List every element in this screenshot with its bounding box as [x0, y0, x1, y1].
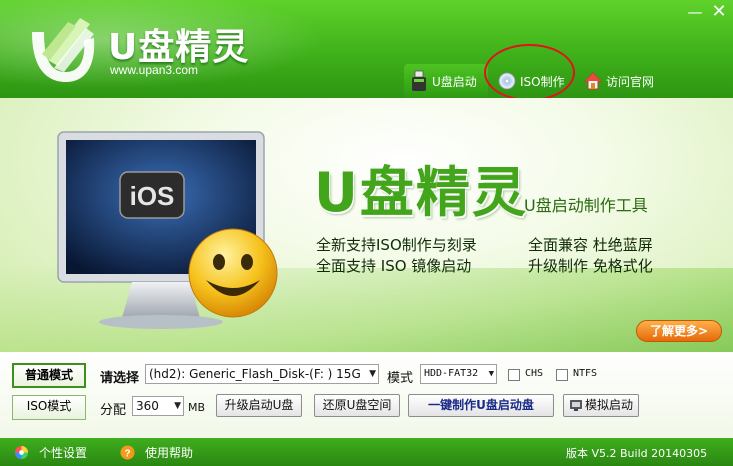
simulate-boot-label: 模拟启动	[584, 398, 633, 412]
upgrade-boot-usb-button[interactable]: 升级启动U盘	[216, 394, 302, 417]
mode-label: 模式	[387, 371, 414, 386]
disk-select-value: (hd2): Generic_Flash_Disk-(F: ) 15G	[149, 367, 361, 381]
disk-select-label: 请选择	[100, 371, 140, 386]
brand-url: www.upan3.com	[110, 63, 199, 77]
chs-checkbox[interactable]	[508, 369, 520, 381]
tab-usb-boot[interactable]: U盘启动	[404, 64, 488, 98]
screen-ios-text: iOS	[130, 181, 175, 211]
iso-mode-button[interactable]: ISO模式	[12, 395, 86, 420]
partition-size-value: 360	[136, 399, 159, 413]
minimize-button[interactable]: —	[685, 3, 705, 21]
chevron-down-icon: ▼	[488, 369, 494, 379]
version-text: 版本 V5.2 Build 20140305	[566, 447, 708, 460]
title-bar: U盘精灵 www.upan3.com — ✕ U盘启动 ISO制作 访问官网	[0, 0, 733, 101]
partition-label: 分配	[100, 403, 127, 418]
mode-select[interactable]: HDD-FAT32 ▼	[420, 364, 497, 384]
mode-select-value: HDD-FAT32	[424, 368, 479, 379]
restore-usb-space-button[interactable]: 还原U盘空间	[314, 394, 400, 417]
normal-mode-button[interactable]: 普通模式	[12, 363, 86, 388]
ntfs-checkbox[interactable]	[556, 369, 568, 381]
personal-settings-label: 个性设置	[39, 446, 88, 460]
partition-size-select[interactable]: 360 ▼	[132, 396, 184, 416]
chs-label: CHS	[525, 368, 544, 379]
simulate-boot-button[interactable]: 模拟启动	[563, 394, 639, 417]
highlight-circle	[484, 44, 575, 101]
chevron-down-icon: ▼	[369, 369, 376, 379]
ntfs-label: NTFS	[573, 368, 598, 379]
disk-select[interactable]: (hd2): Generic_Flash_Disk-(F: ) 15G ▼	[145, 364, 379, 384]
tab-usb-boot-label: U盘启动	[432, 74, 477, 89]
help-label: 使用帮助	[145, 446, 194, 460]
u-leaf-logo-icon	[32, 18, 95, 82]
smiley-face-icon	[188, 228, 278, 318]
feature-text: 升级制作 免格式化	[528, 257, 653, 275]
close-button[interactable]: ✕	[709, 3, 729, 21]
help-link[interactable]: ? 使用帮助	[120, 444, 193, 461]
feature-text: 全新支持ISO制作与刻录	[316, 236, 477, 254]
svg-text:?: ?	[124, 448, 130, 459]
banner-subtitle: U盘启动制作工具	[524, 196, 648, 215]
tab-official-site[interactable]: 访问官网	[578, 64, 668, 98]
learn-more-button[interactable]: 了解更多>	[636, 320, 722, 342]
feature-text: 全面兼容 杜绝蓝屏	[528, 236, 653, 254]
partition-unit: MB	[188, 401, 206, 414]
color-wheel-icon	[14, 445, 29, 460]
usb-drive-icon	[412, 70, 426, 91]
status-bar: 个性设置 ? 使用帮助 版本 V5.2 Build 20140305	[0, 438, 733, 466]
monitor-icon	[570, 400, 582, 411]
one-click-make-button[interactable]: 一键制作U盘启动盘	[408, 394, 554, 417]
help-icon: ?	[120, 445, 135, 460]
tab-official-site-label: 访问官网	[606, 74, 655, 89]
chevron-down-icon: ▼	[174, 401, 181, 411]
feature-text: 全面支持 ISO 镜像启动	[316, 257, 472, 275]
promo-banner: iOS U盘精灵 U盘启动制作工具 全新支持ISO制作与刻录 全面支持 ISO …	[0, 98, 733, 352]
banner-title: U盘精灵	[314, 161, 528, 224]
control-panel: 普通模式 ISO模式 请选择 (hd2): Generic_Flash_Disk…	[0, 352, 733, 438]
home-icon	[584, 72, 602, 90]
personal-settings-link[interactable]: 个性设置	[14, 444, 87, 461]
